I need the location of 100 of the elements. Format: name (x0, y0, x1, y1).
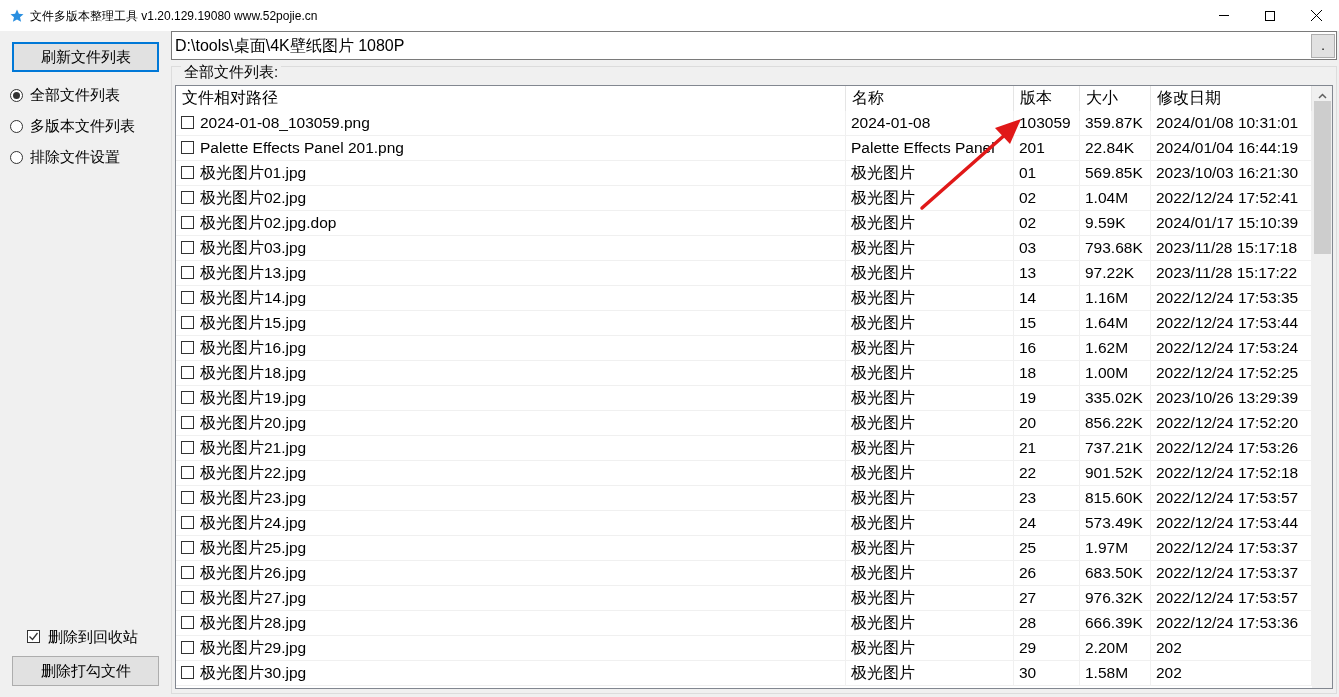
table-cell: 极光图片 (846, 310, 1014, 336)
table-cell: 15 (1014, 310, 1080, 336)
row-checkbox[interactable] (181, 266, 194, 279)
radio-button[interactable] (10, 89, 23, 102)
table-cell: 极光图片 (846, 260, 1014, 286)
table-cell: 极光图片 (846, 635, 1014, 661)
file-path-text: 极光图片21.jpg (200, 437, 307, 458)
delete-checked-button[interactable]: 删除打勾文件 (12, 656, 159, 686)
row-checkbox[interactable] (181, 441, 194, 454)
row-checkbox[interactable] (181, 566, 194, 579)
file-path-text: 极光图片19.jpg (200, 387, 307, 408)
table-cell: 极光图片 (846, 160, 1014, 186)
table-cell: 683.50K (1080, 560, 1151, 586)
table-cell: 极光图片 (846, 485, 1014, 511)
row-checkbox[interactable] (181, 141, 194, 154)
table-cell: 13 (1014, 260, 1080, 286)
table-cell: 1.58M (1080, 660, 1151, 686)
file-path-text: 极光图片03.jpg (200, 237, 307, 258)
row-checkbox[interactable] (181, 166, 194, 179)
refresh-list-button[interactable]: 刷新文件列表 (12, 42, 159, 72)
file-path-text: 极光图片15.jpg (200, 312, 307, 333)
file-path-text: 2024-01-08_103059.png (200, 112, 370, 133)
row-checkbox[interactable] (181, 391, 194, 404)
scrollbar[interactable] (1312, 85, 1332, 688)
column-header[interactable]: 版本 (1014, 85, 1080, 111)
table-cell: 30 (1014, 660, 1080, 686)
table-cell: 28 (1014, 610, 1080, 636)
column-header[interactable]: 文件相对路径 (176, 85, 846, 111)
file-path-text: Palette Effects Panel 201.png (200, 137, 404, 158)
row-checkbox[interactable] (181, 216, 194, 229)
radio-button[interactable] (10, 151, 23, 164)
row-checkbox[interactable] (181, 291, 194, 304)
row-checkbox[interactable] (181, 366, 194, 379)
table-cell: 901.52K (1080, 460, 1151, 486)
view-radio-option[interactable]: 全部文件列表 (10, 80, 171, 111)
row-checkbox[interactable] (181, 416, 194, 429)
table-cell: 极光图片 (846, 210, 1014, 236)
table-cell: 1.16M (1080, 285, 1151, 311)
table-cell: 666.39K (1080, 610, 1151, 636)
radio-button[interactable] (10, 120, 23, 133)
table-cell: 极光图片 (846, 410, 1014, 436)
table-cell: 极光图片 (846, 535, 1014, 561)
column-header[interactable]: 名称 (846, 85, 1014, 111)
file-path-text: 极光图片02.jpg.dop (200, 212, 337, 233)
checkbox[interactable] (27, 630, 40, 644)
maximize-icon (1265, 10, 1275, 21)
table-cell: 极光图片 (846, 185, 1014, 211)
scrollbar-thumb[interactable] (1313, 100, 1331, 254)
row-checkbox[interactable] (181, 341, 194, 354)
file-path-text: 极光图片26.jpg (200, 562, 307, 583)
table-cell: 极光图片 (846, 585, 1014, 611)
row-checkbox[interactable] (181, 616, 194, 629)
table-cell: 1.04M (1080, 185, 1151, 211)
table-cell: 856.22K (1080, 410, 1151, 436)
file-path-text: 极光图片13.jpg (200, 262, 307, 283)
table-cell: 极光图片 (846, 460, 1014, 486)
table-cell: 16 (1014, 335, 1080, 361)
row-checkbox[interactable] (181, 191, 194, 204)
table-cell: 18 (1014, 360, 1080, 386)
table-cell: 24 (1014, 510, 1080, 536)
table-cell: 22.84K (1080, 135, 1151, 161)
row-checkbox[interactable] (181, 466, 194, 479)
table-cell: 23 (1014, 485, 1080, 511)
row-checkbox[interactable] (181, 541, 194, 554)
table-cell: 25 (1014, 535, 1080, 561)
table-cell: 03 (1014, 235, 1080, 261)
table-cell: 29 (1014, 635, 1080, 661)
folder-path-field[interactable]: D:\tools\桌面\4K壁纸图片 1080P . (171, 31, 1337, 60)
file-path-text: 极光图片27.jpg (200, 587, 307, 608)
checkbox-label[interactable]: 删除到回收站 (48, 625, 138, 648)
table-cell: 极光图片 (846, 235, 1014, 261)
radio-label[interactable]: 全部文件列表 (30, 84, 120, 107)
row-checkbox[interactable] (181, 241, 194, 254)
table-cell: 极光图片 (846, 335, 1014, 361)
table-cell: 27 (1014, 585, 1080, 611)
table-cell: 极光图片 (846, 385, 1014, 411)
row-checkbox[interactable] (181, 316, 194, 329)
browse-button[interactable]: . (1311, 33, 1335, 58)
view-radio-option[interactable]: 排除文件设置 (10, 142, 171, 173)
column-header[interactable]: 大小 (1080, 85, 1151, 111)
radio-label[interactable]: 多版本文件列表 (30, 115, 135, 138)
row-checkbox[interactable] (181, 591, 194, 604)
table-cell: 1.62M (1080, 335, 1151, 361)
scroll-up-icon (1317, 92, 1327, 99)
row-checkbox[interactable] (181, 666, 194, 679)
table-cell: 21 (1014, 435, 1080, 461)
row-checkbox[interactable] (181, 116, 194, 129)
radio-label[interactable]: 排除文件设置 (30, 146, 120, 169)
file-path-text: 极光图片25.jpg (200, 537, 307, 558)
file-path-text: 极光图片16.jpg (200, 337, 307, 358)
table-cell: 14 (1014, 285, 1080, 311)
table-cell: 1.00M (1080, 360, 1151, 386)
view-radio-option[interactable]: 多版本文件列表 (10, 111, 171, 142)
row-checkbox[interactable] (181, 641, 194, 654)
row-checkbox[interactable] (181, 516, 194, 529)
file-path-text: 极光图片20.jpg (200, 412, 307, 433)
row-checkbox[interactable] (181, 491, 194, 504)
table-cell: 1.97M (1080, 535, 1151, 561)
table-cell: 815.60K (1080, 485, 1151, 511)
file-path-text: 极光图片01.jpg (200, 162, 307, 183)
